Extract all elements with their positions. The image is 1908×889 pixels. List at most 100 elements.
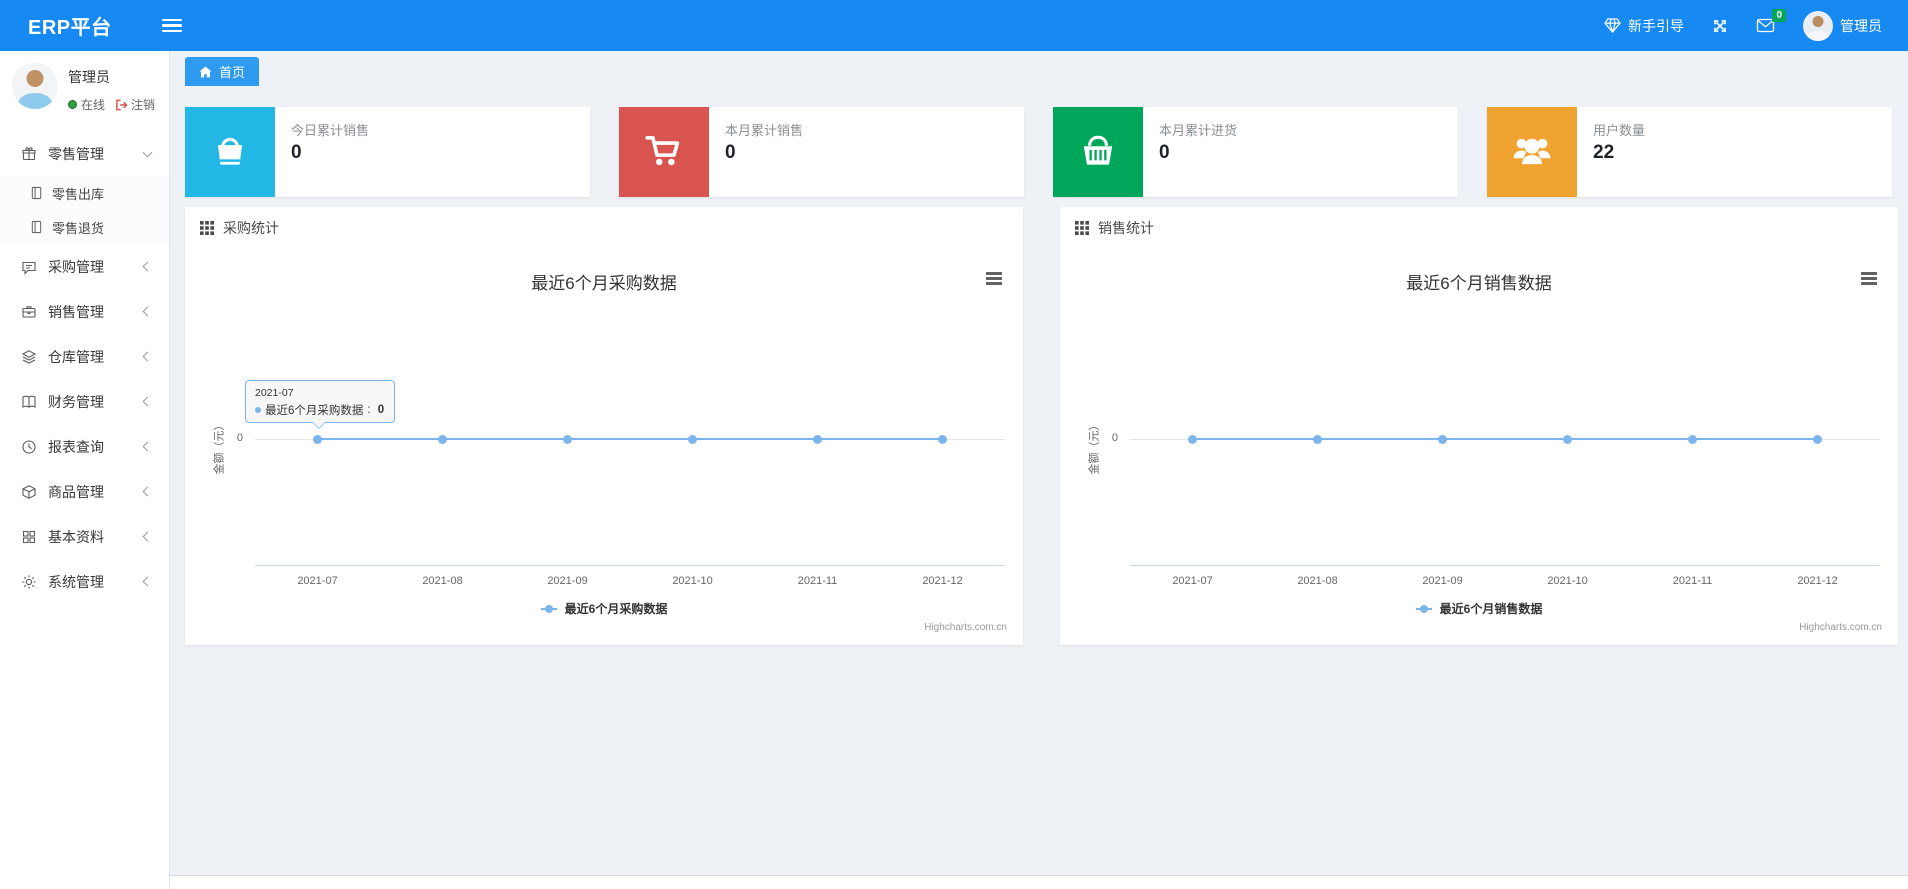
chart-context-menu-button[interactable] xyxy=(1861,272,1877,285)
sidebar-username: 管理员 xyxy=(68,69,110,85)
purchase-chart: 最近6个月采购数据 金额（元） 0 最近6个月采购数据 Highcharts.c… xyxy=(185,249,1023,645)
username-label: 管理员 xyxy=(1840,17,1882,34)
sidebar-item-purchase[interactable]: 采购管理 xyxy=(0,244,169,289)
main-content: 首页 今日累计销售 0 本月累计销售 0 本月累计进货 0 用户数量 22 采购… xyxy=(170,51,1908,875)
data-point-2021-12[interactable] xyxy=(938,434,947,444)
users-icon xyxy=(1487,107,1577,197)
tab-home[interactable]: 首页 xyxy=(185,57,260,86)
sales-chart: 最近6个月销售数据 金额（元） 0 最近6个月销售数据 Highcharts.c… xyxy=(1060,249,1898,645)
sidebar-toggle-button[interactable] xyxy=(161,18,182,33)
legend-marker-icon xyxy=(540,604,557,613)
navbar-right: 新手引导 0 管理员 xyxy=(1604,9,1882,41)
x-axis-label: 2021-12 xyxy=(922,575,963,587)
stat-card-user-count: 用户数量 22 xyxy=(1487,107,1892,197)
x-axis-label: 2021-08 xyxy=(422,575,463,587)
notebook-icon xyxy=(30,186,44,200)
sidebar-menu: 零售管理 零售出库 零售退货 采购管理 销售管理 仓库管理 财务管理 报表查询 … xyxy=(0,131,169,604)
x-axis-label: 2021-07 xyxy=(297,575,338,587)
sidebar-item-basic-data[interactable]: 基本资料 xyxy=(0,514,169,559)
mail-badge: 0 xyxy=(1772,9,1786,22)
sidebar-item-reports[interactable]: 报表查询 xyxy=(0,424,169,469)
data-point-2021-08[interactable] xyxy=(1313,434,1322,444)
sidebar-item-label: 销售管理 xyxy=(48,303,104,320)
data-point-2021-12[interactable] xyxy=(1813,434,1822,444)
gear-icon xyxy=(21,574,38,590)
sidebar-user-panel: 管理员 在线 注销 xyxy=(0,51,169,123)
stat-card-month-sales: 本月累计销售 0 xyxy=(619,107,1024,197)
data-point-2021-11[interactable] xyxy=(1688,434,1697,444)
highcharts-credits[interactable]: Highcharts.com.cn xyxy=(1799,622,1882,633)
sidebar-item-retail-return[interactable]: 零售退货 xyxy=(0,210,169,244)
data-point-2021-10[interactable] xyxy=(688,434,697,444)
chevron-left-icon xyxy=(142,531,153,542)
data-point-2021-09[interactable] xyxy=(563,434,572,444)
sidebar-item-label: 商品管理 xyxy=(48,483,104,500)
clock-icon xyxy=(21,439,38,455)
x-axis-label: 2021-09 xyxy=(1422,575,1463,587)
sidebar-item-sales[interactable]: 销售管理 xyxy=(0,289,169,334)
panel-title: 销售统计 xyxy=(1098,220,1154,236)
chevron-left-icon xyxy=(142,576,153,587)
chevron-down-icon xyxy=(142,147,153,157)
sidebar: 管理员 在线 注销 零售管理 零售出库 零售退货 采购管理 销售管理 仓库管理 … xyxy=(0,51,170,889)
th-grid-icon xyxy=(200,221,214,235)
chart-tooltip: 2021-07 最近6个月采购数据: 0 xyxy=(245,380,395,429)
panel-title: 采购统计 xyxy=(223,220,279,236)
sidebar-item-system[interactable]: 系统管理 xyxy=(0,559,169,604)
messages-button[interactable]: 0 xyxy=(1756,9,1786,33)
highcharts-credits[interactable]: Highcharts.com.cn xyxy=(924,622,1007,633)
guide-button[interactable]: 新手引导 xyxy=(1604,16,1684,36)
legend-item[interactable]: 最近6个月采购数据 xyxy=(185,600,1023,617)
data-point-2021-07[interactable] xyxy=(313,434,322,444)
y-axis-label: 0 xyxy=(1111,432,1118,444)
stat-value: 22 xyxy=(1593,142,1615,163)
shopping-bag-icon xyxy=(185,107,275,197)
chart-title: 最近6个月采购数据 xyxy=(531,274,677,293)
stat-label: 今日累计销售 xyxy=(291,123,370,138)
y-axis-title: 金额（元） xyxy=(1088,419,1100,474)
x-axis-label: 2021-09 xyxy=(547,575,588,587)
stat-card-today-sales: 今日累计销售 0 xyxy=(185,107,590,197)
sales-stats-panel: 销售统计 最近6个月销售数据 金额（元） 0 最近6个月销售数据 Highcha… xyxy=(1060,207,1898,645)
basket-icon xyxy=(1053,107,1143,197)
stat-label: 本月累计销售 xyxy=(725,123,804,138)
sidebar-item-label: 财务管理 xyxy=(48,393,104,410)
chevron-left-icon xyxy=(142,486,153,497)
data-point-2021-10[interactable] xyxy=(1563,434,1572,444)
sidebar-item-retail[interactable]: 零售管理 xyxy=(0,131,169,176)
series-dot-icon xyxy=(255,407,261,413)
data-point-2021-08[interactable] xyxy=(438,434,447,444)
chart-context-menu-button[interactable] xyxy=(986,272,1002,285)
online-status-icon xyxy=(68,100,77,109)
x-axis-label: 2021-08 xyxy=(1297,575,1338,587)
y-axis-label: 0 xyxy=(236,432,243,444)
data-point-2021-07[interactable] xyxy=(1188,434,1197,444)
data-point-2021-11[interactable] xyxy=(813,434,822,444)
sidebar-item-goods[interactable]: 商品管理 xyxy=(0,469,169,514)
stat-label: 用户数量 xyxy=(1593,123,1646,138)
x-axis-line xyxy=(1130,565,1880,566)
series-line xyxy=(317,438,943,440)
x-axis-label: 2021-07 xyxy=(1172,575,1213,587)
sidebar-item-retail-out[interactable]: 零售出库 xyxy=(0,176,169,210)
erp-dashboard: ERP平台 新手引导 0 管理员 管理员 在线 注销 零售管理 零售出库 零售退… xyxy=(0,0,1908,889)
legend-item[interactable]: 最近6个月销售数据 xyxy=(1060,600,1898,617)
logout-link[interactable]: 注销 xyxy=(115,96,155,113)
sidebar-item-warehouse[interactable]: 仓库管理 xyxy=(0,334,169,379)
stat-value: 0 xyxy=(1159,142,1170,163)
user-menu[interactable]: 管理员 xyxy=(1803,10,1882,41)
guide-label: 新手引导 xyxy=(1628,17,1684,34)
retail-submenu: 零售出库 零售退货 xyxy=(0,176,169,244)
fullscreen-button[interactable] xyxy=(1712,18,1728,34)
stat-card-month-purchase: 本月累计进货 0 xyxy=(1053,107,1458,197)
sidebar-item-finance[interactable]: 财务管理 xyxy=(0,379,169,424)
sidebar-item-label: 仓库管理 xyxy=(48,348,104,365)
sidebar-item-label: 零售退货 xyxy=(52,220,105,236)
avatar xyxy=(12,63,58,109)
gift-icon xyxy=(21,146,38,162)
online-status-label: 在线 xyxy=(81,98,106,112)
sidebar-item-label: 零售管理 xyxy=(48,145,104,162)
data-point-2021-09[interactable] xyxy=(1438,434,1447,444)
x-axis-line xyxy=(255,565,1005,566)
th-grid-icon xyxy=(1075,221,1089,235)
